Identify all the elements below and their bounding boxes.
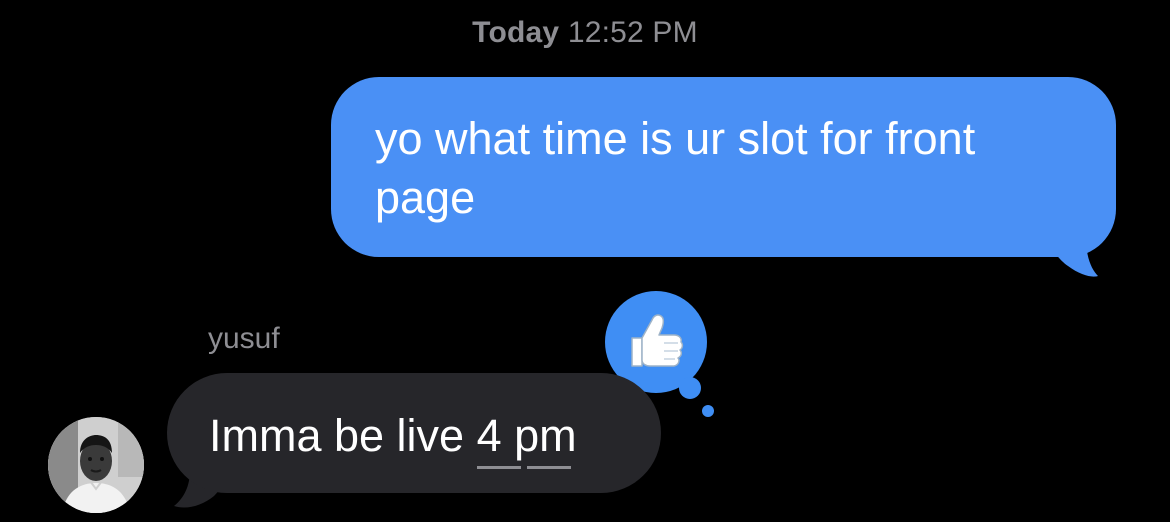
conversation-timestamp: Today 12:52 PM: [0, 16, 1170, 50]
received-message-text: Imma be live 4 pm: [209, 406, 661, 469]
sent-message-bubble[interactable]: yo what time is ur slot for front page: [331, 77, 1116, 257]
received-message-body: Imma be live: [209, 410, 477, 461]
sender-name: yusuf: [208, 322, 280, 355]
timestamp-time: 12:52 PM: [567, 16, 698, 49]
sender-avatar[interactable]: [48, 417, 144, 513]
detected-time-link[interactable]: 4 pm: [476, 406, 577, 469]
timestamp-day: Today: [472, 16, 560, 49]
received-message-bubble[interactable]: Imma be live 4 pm: [167, 373, 661, 493]
avatar-photo: [48, 417, 144, 513]
sent-message-text: yo what time is ur slot for front page: [375, 113, 976, 223]
